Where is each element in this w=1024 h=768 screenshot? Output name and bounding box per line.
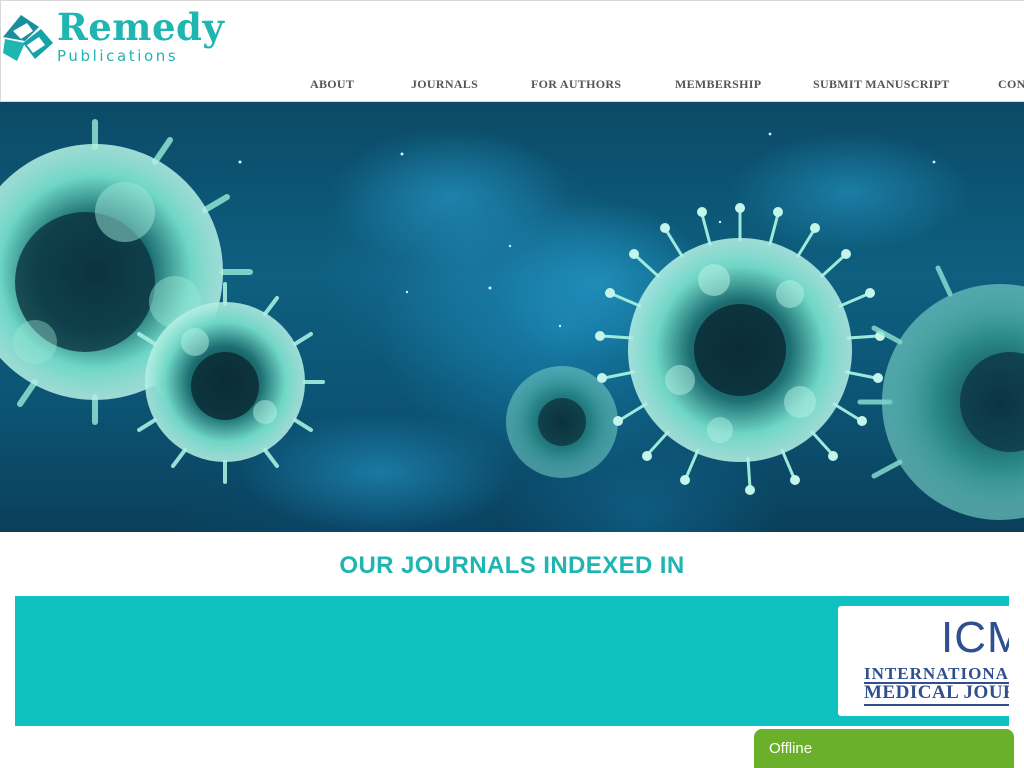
indexed-section-title: OUR JOURNALS INDEXED IN xyxy=(339,552,685,579)
site-header: Remedy Publications ABOUT JOURNALS FOR A… xyxy=(0,0,1024,102)
nav-membership[interactable]: MEMBERSHIP xyxy=(675,77,761,92)
logo-tagline: Publications xyxy=(57,47,179,65)
logo-wordmark: Remedy xyxy=(57,5,225,49)
logo-r-icon xyxy=(3,15,53,61)
icmje-logo[interactable]: ICMJ INTERNATIONAL C MEDICAL JOURN xyxy=(838,606,1009,716)
nav-journals[interactable]: JOURNALS xyxy=(411,77,478,92)
icmje-line-1: INTERNATIONAL C xyxy=(864,664,1009,683)
icmje-rule-bottom xyxy=(864,704,1009,706)
virus-particles-image xyxy=(0,119,1024,532)
live-chat-widget[interactable]: Offline xyxy=(754,729,1014,768)
icmje-line-2: MEDICAL JOURN xyxy=(864,682,1009,703)
chat-status-label: Offline xyxy=(769,740,813,757)
nav-submit-manuscript[interactable]: SUBMIT MANUSCRIPT xyxy=(813,77,950,92)
remedy-publications-logo[interactable]: Remedy Publications xyxy=(1,7,224,69)
nav-for-authors[interactable]: FOR AUTHORS xyxy=(531,77,621,92)
nav-about[interactable]: ABOUT xyxy=(310,77,354,92)
nav-contact[interactable]: CON xyxy=(998,77,1024,92)
hero-banner xyxy=(0,102,1024,532)
icmje-mark: ICMJ xyxy=(941,613,1009,662)
indexed-logos-carousel: ICMJ INTERNATIONAL C MEDICAL JOURN xyxy=(15,596,1009,726)
main-nav: ABOUT JOURNALS FOR AUTHORS MEMBERSHIP SU… xyxy=(1,77,1024,95)
